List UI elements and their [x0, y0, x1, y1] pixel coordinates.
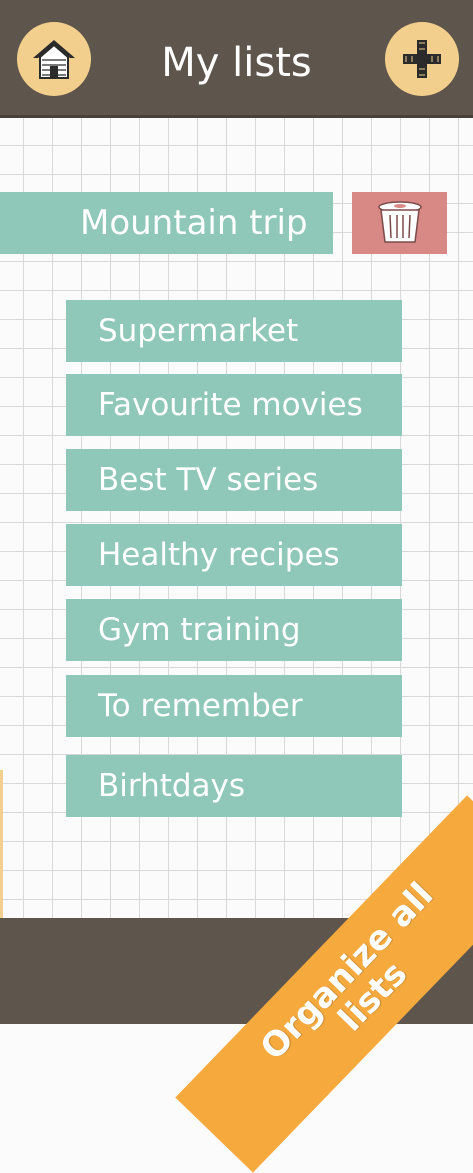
home-button[interactable] — [17, 22, 91, 96]
list-item[interactable]: To remember — [66, 675, 402, 737]
list-item[interactable]: Best TV series — [66, 449, 402, 511]
home-icon — [33, 40, 75, 79]
list-item[interactable]: Supermarket — [66, 300, 402, 362]
list-item[interactable]: Healthy recipes — [66, 524, 402, 586]
delete-list-button[interactable] — [352, 192, 447, 254]
plus-icon — [403, 40, 441, 78]
side-accent — [0, 770, 3, 918]
page-title: My lists — [161, 40, 312, 86]
list-item[interactable]: Favourite movies — [66, 374, 402, 436]
add-list-button[interactable] — [385, 22, 459, 96]
list-item[interactable]: Gym training — [66, 599, 402, 661]
trash-icon — [377, 201, 422, 243]
app-header: My lists — [0, 0, 473, 118]
list-item-mountain-trip[interactable]: Mountain trip — [0, 192, 333, 254]
list-item[interactable]: Birhtdays — [66, 755, 402, 817]
